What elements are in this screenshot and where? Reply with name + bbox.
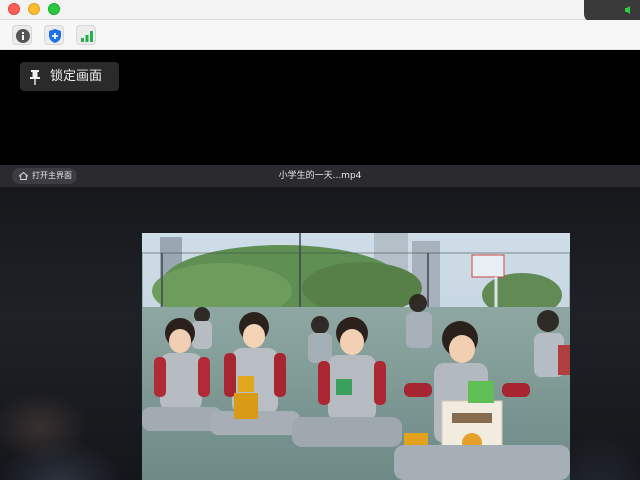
minimize-window-button[interactable] <box>28 3 40 15</box>
video-header: 小学生的一天...mp4 打开主界面 <box>0 165 640 187</box>
lock-screen-button[interactable]: 锁定画面 <box>20 62 119 91</box>
signal-bars-icon <box>81 31 93 42</box>
video-frame[interactable] <box>142 233 570 480</box>
open-main-window-button[interactable]: 打开主界面 <box>12 168 77 184</box>
shield-icon <box>49 29 61 43</box>
audio-indicator[interactable] <box>584 0 640 22</box>
lock-screen-label: 锁定画面 <box>50 69 103 84</box>
close-window-button[interactable] <box>8 3 20 15</box>
speaker-icon <box>625 6 630 14</box>
maximize-window-button[interactable] <box>48 3 60 15</box>
security-button[interactable] <box>44 25 64 45</box>
info-icon <box>16 29 30 43</box>
toolbar <box>0 20 640 50</box>
video-title: 小学生的一天...mp4 <box>278 171 362 181</box>
video-image <box>142 233 570 480</box>
open-main-window-label: 打开主界面 <box>32 171 72 180</box>
info-button[interactable] <box>12 25 32 45</box>
pin-icon <box>30 70 40 85</box>
home-icon <box>19 172 28 180</box>
stats-button[interactable] <box>76 25 96 45</box>
title-bar <box>0 0 640 20</box>
